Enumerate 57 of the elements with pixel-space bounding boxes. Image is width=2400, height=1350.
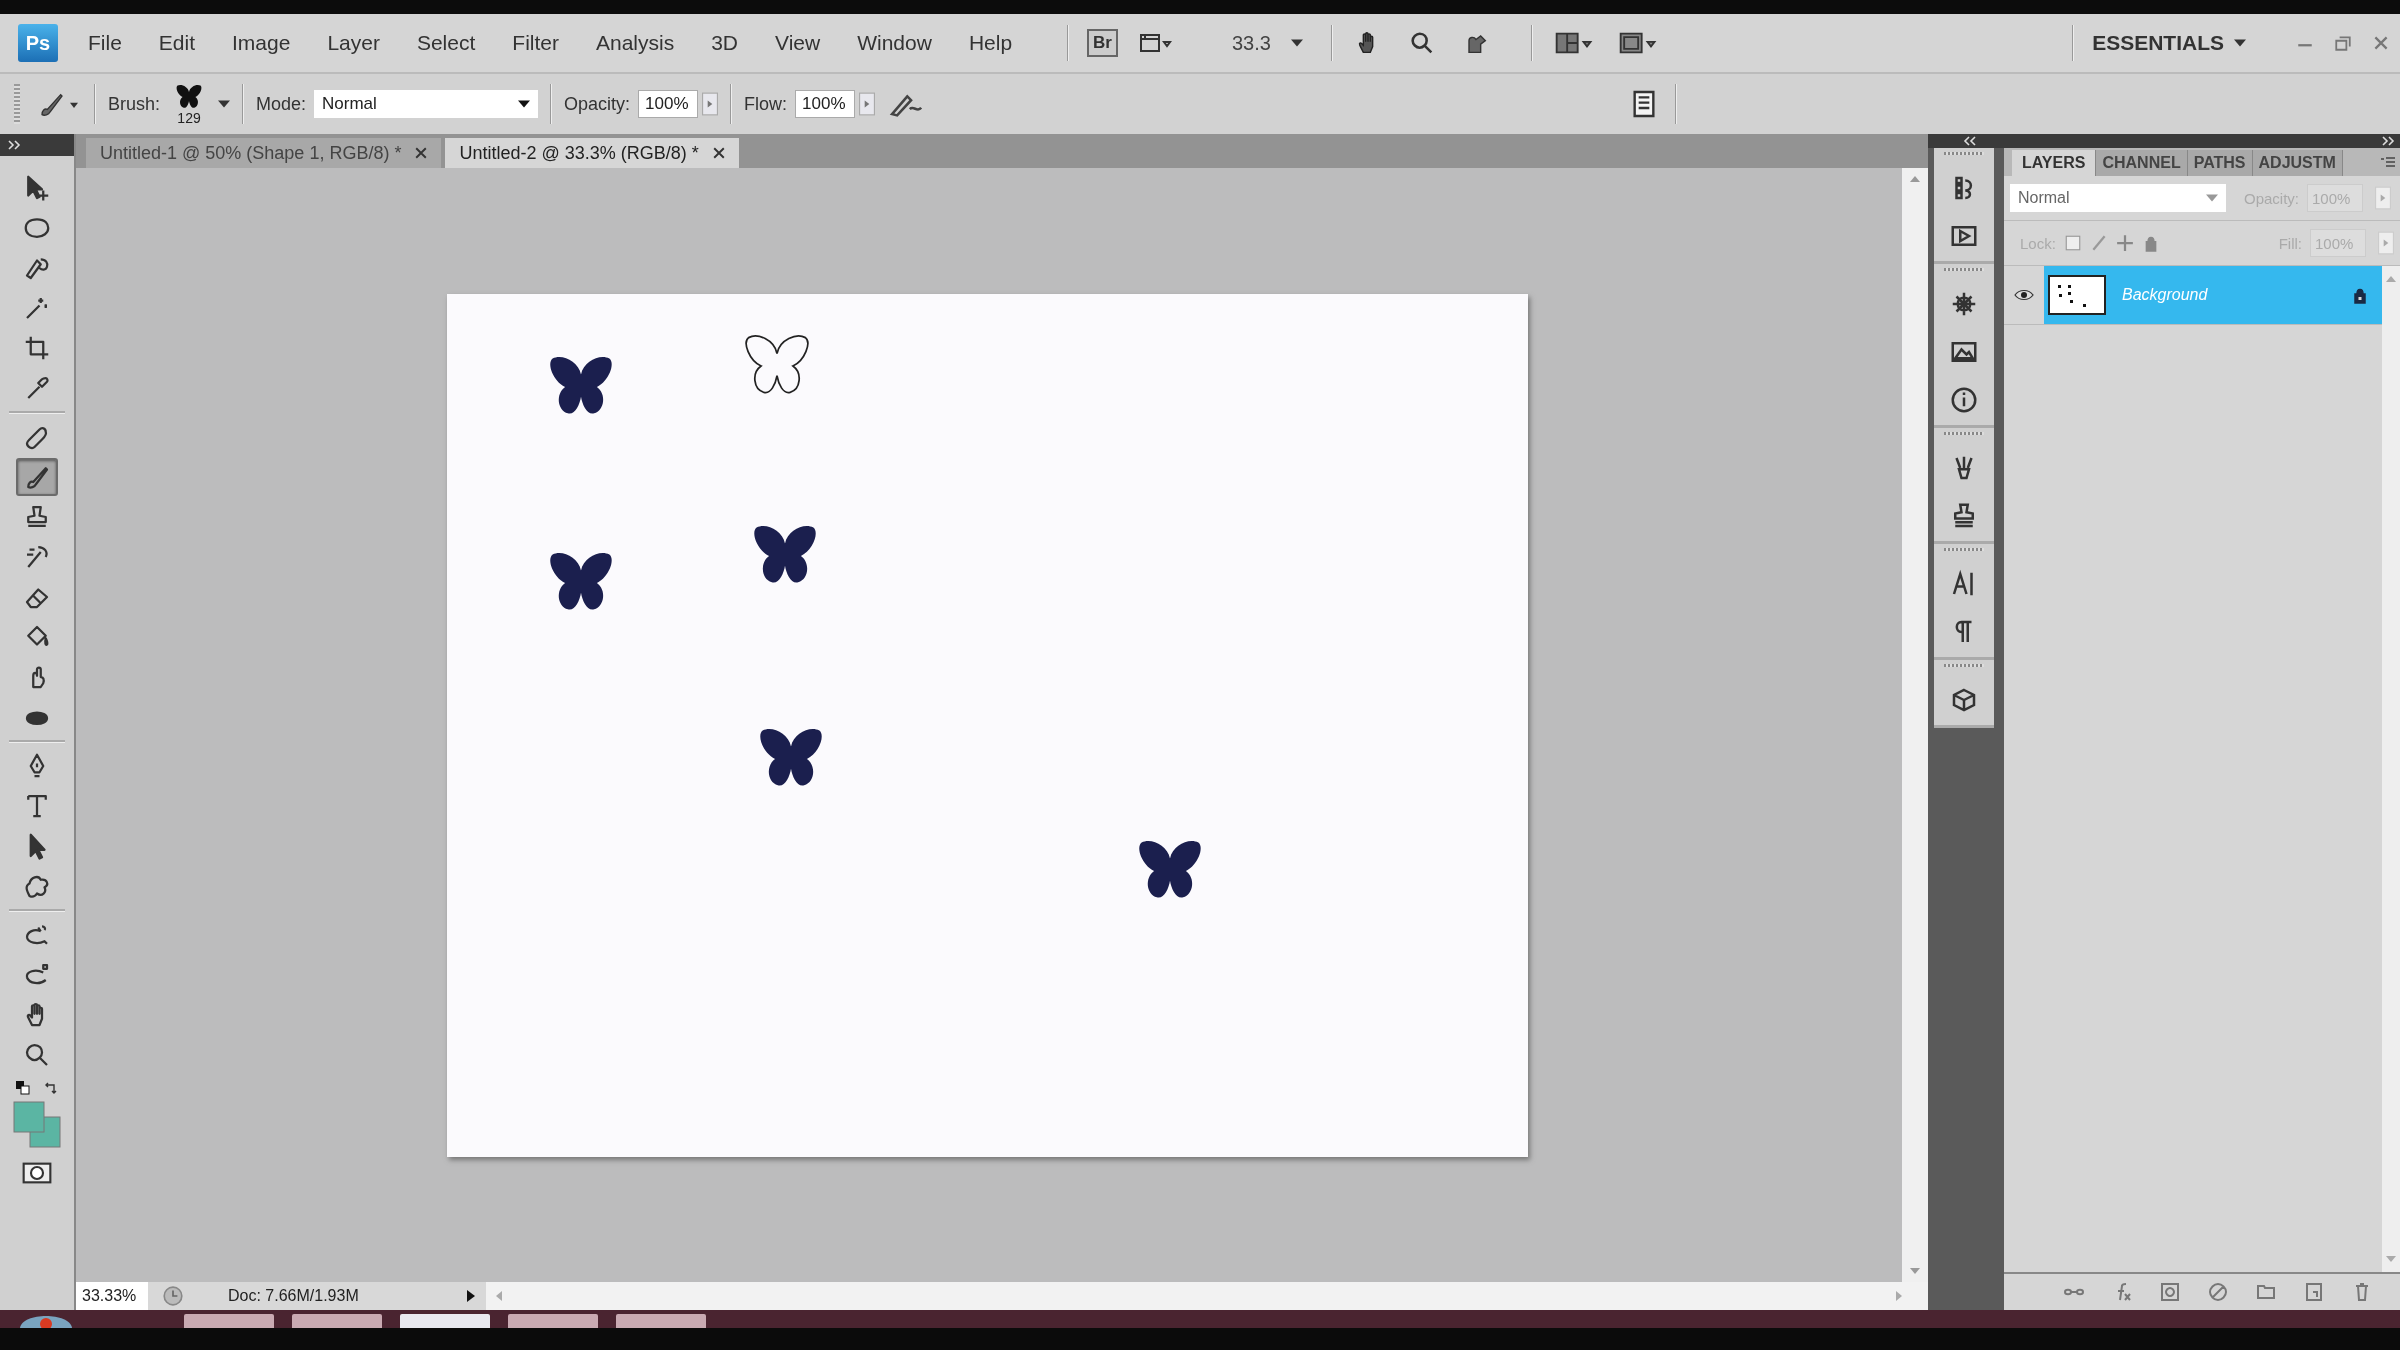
menu-item[interactable]: Image: [232, 31, 291, 55]
zoom-dropdown[interactable]: 33.3: [1232, 31, 1303, 55]
panel-menu-icon[interactable]: [2380, 156, 2396, 168]
layer-name: Background: [2122, 286, 2209, 304]
menu-item[interactable]: File: [88, 31, 122, 55]
brush-tool[interactable]: [16, 458, 58, 496]
brush-label: Brush:: [108, 93, 161, 115]
collapse-icon[interactable]: [1962, 136, 1976, 146]
mode-dropdown[interactable]: Normal: [314, 90, 539, 118]
restore-icon[interactable]: [2334, 34, 2352, 52]
default-colors-icon[interactable]: [16, 1081, 30, 1095]
close-icon[interactable]: [712, 147, 725, 159]
panel-tab[interactable]: CHANNEL: [2096, 150, 2188, 176]
menu-item[interactable]: Edit: [158, 31, 196, 55]
swap-colors-icon[interactable]: [44, 1081, 58, 1095]
eye-icon[interactable]: [2014, 289, 2034, 301]
flow-field[interactable]: 100%: [795, 90, 856, 118]
bridge-button[interactable]: Br: [1087, 29, 1118, 57]
expand-icon[interactable]: [8, 140, 22, 150]
layer-thumbnail: [2048, 275, 2106, 315]
mode-label: Mode:: [256, 93, 307, 115]
opacity-label: Opacity:: [564, 93, 631, 115]
menu-item[interactable]: Window: [857, 31, 932, 55]
panel-tab[interactable]: PATHS: [2187, 150, 2253, 176]
brush-size: 129: [177, 111, 201, 125]
expand-icon[interactable]: [2382, 136, 2396, 146]
color-swatches[interactable]: [12, 1101, 62, 1149]
menu-item[interactable]: 3D: [711, 31, 739, 55]
panel-tab[interactable]: ADJUSTM: [2252, 150, 2343, 176]
menu-item[interactable]: Filter: [512, 31, 559, 55]
menu-item[interactable]: Layer: [327, 31, 380, 55]
caret-icon: [518, 100, 531, 108]
menu-item[interactable]: Help: [968, 31, 1013, 55]
menu-item[interactable]: Analysis: [596, 31, 675, 55]
app-logo: Ps: [18, 24, 58, 62]
workspace-switcher[interactable]: ESSENTIALS: [2092, 31, 2246, 55]
mask-icon[interactable]: [2158, 1280, 2182, 1304]
caret-icon: [2206, 194, 2218, 202]
zoom-field[interactable]: 33.33%: [76, 1282, 148, 1310]
document-tab[interactable]: Untitled-2 @ 33.3% (RGB/8) *: [445, 138, 739, 168]
flow-label: Flow:: [744, 93, 788, 115]
caret-icon: [1290, 39, 1303, 47]
quick-mask-icon[interactable]: [21, 1161, 53, 1185]
document-tab[interactable]: Untitled-1 @ 50% (Shape 1, RGB/8) *: [86, 138, 442, 168]
document-info: Doc: 7.66M/1.93M: [227, 1287, 360, 1305]
blend-mode-dropdown[interactable]: Normal: [2010, 184, 2226, 212]
caret-icon: [2234, 39, 2246, 47]
play-icon[interactable]: [466, 1289, 476, 1303]
close-icon[interactable]: [415, 147, 428, 159]
menu-item[interactable]: Select: [416, 31, 476, 55]
clock-icon[interactable]: [162, 1285, 184, 1307]
menu-item[interactable]: View: [775, 31, 821, 55]
adjustment-icon[interactable]: [2206, 1280, 2230, 1304]
info-icon[interactable]: [1949, 385, 1979, 415]
opacity-field[interactable]: 100%: [638, 90, 699, 118]
caret-icon[interactable]: [218, 100, 231, 108]
panel-tab[interactable]: LAYERS: [2012, 150, 2097, 176]
